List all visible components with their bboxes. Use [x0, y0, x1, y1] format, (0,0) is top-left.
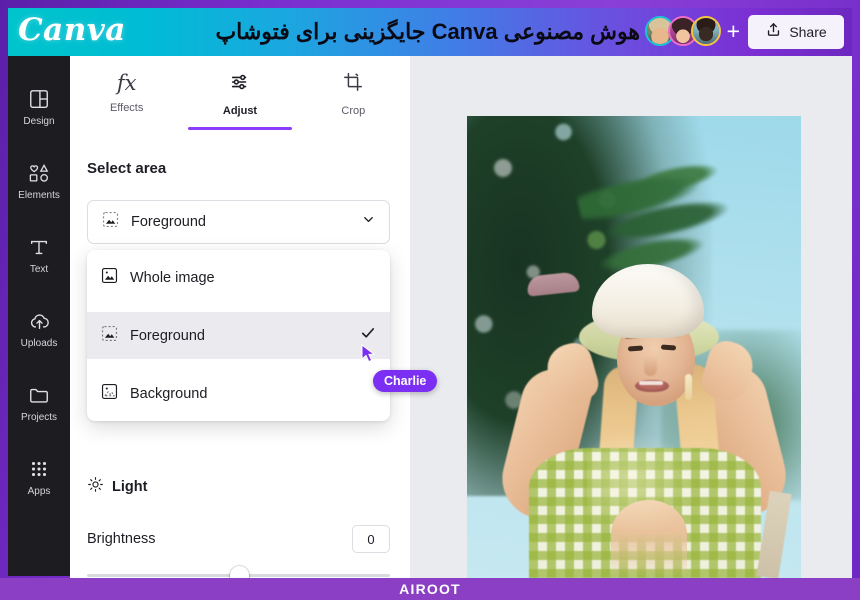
active-tab-underline — [187, 127, 292, 130]
sidebar-item-uploads[interactable]: Uploads — [8, 292, 70, 366]
shapes-icon — [27, 162, 51, 184]
tab-adjust[interactable]: Adjust — [183, 70, 296, 130]
sidebar-item-text[interactable]: Text — [8, 218, 70, 292]
image-background-icon — [100, 382, 119, 406]
collaborator-cursor-label: Charlie — [373, 370, 438, 392]
folder-icon — [28, 384, 50, 406]
share-button-label: Share — [789, 24, 827, 40]
add-collaborator-button[interactable]: + — [727, 18, 740, 44]
upload-icon — [765, 21, 782, 43]
sun-icon — [87, 476, 104, 498]
watermark-bar: AIROOT — [0, 578, 860, 600]
sidebar-item-label: Uploads — [20, 337, 58, 349]
dropdown-option-background[interactable]: Background — [87, 370, 390, 417]
chevron-down-icon — [361, 212, 376, 232]
image-foreground-icon — [101, 210, 120, 234]
sidebar-item-projects[interactable]: Projects — [8, 366, 70, 440]
sidebar-item-elements[interactable]: Elements — [8, 144, 70, 218]
sidebar-item-design[interactable]: Design — [8, 70, 70, 144]
select-area-value: Foreground — [131, 214, 206, 230]
dropdown-option-whole-image[interactable]: Whole image — [87, 254, 390, 301]
canvas-photo[interactable] — [467, 116, 801, 578]
banner-title-text: هوش مصنوعی Canva جایگزینی برای فتوشاپ — [215, 19, 640, 44]
dropdown-option-label: Background — [130, 385, 208, 402]
tab-label: Adjust — [222, 105, 258, 117]
dropdown-option-label: Whole image — [130, 269, 215, 286]
check-icon — [359, 324, 377, 347]
adjust-panel: fx Effects Adjust Crop Select area Foreg… — [70, 56, 410, 578]
share-button[interactable]: Share — [748, 15, 844, 49]
dropdown-spacer — [87, 359, 390, 370]
select-area-label: Select area — [87, 160, 167, 177]
grid-dots-icon — [28, 458, 50, 480]
avatar[interactable] — [690, 16, 721, 46]
select-area-dropdown-menu: Whole image Foreground Background — [87, 250, 390, 421]
cloud-upload-icon — [28, 310, 51, 332]
crop-icon — [342, 70, 364, 99]
photo-earring — [685, 374, 692, 400]
photo-eye-left — [627, 345, 644, 352]
text-icon — [28, 236, 50, 258]
tab-effects[interactable]: fx Effects — [70, 70, 183, 130]
sidebar-item-label: Elements — [18, 189, 60, 201]
photo-teeth — [639, 381, 663, 385]
collaborator-avatars: + — [644, 16, 740, 46]
sidebar-item-label: Apps — [27, 485, 51, 497]
dropdown-option-foreground[interactable]: Foreground — [87, 312, 390, 359]
slider-handle[interactable] — [230, 566, 249, 578]
light-section-label: Light — [112, 479, 148, 495]
layout-icon — [28, 88, 50, 110]
app-window: Canva هوش مصنوعی Canva جایگزینی برای فتو… — [0, 0, 860, 600]
brightness-slider[interactable] — [87, 566, 390, 578]
light-section-header: Light — [87, 476, 147, 498]
tab-label: Effects — [109, 102, 144, 114]
sidebar-item-label: Text — [29, 263, 49, 275]
select-area-dropdown-trigger[interactable]: Foreground — [87, 200, 390, 244]
sidebar-item-apps[interactable]: Apps — [8, 440, 70, 514]
left-rail: Design Elements Text Uploads Projects Ap… — [8, 56, 70, 576]
panel-tabs: fx Effects Adjust Crop — [70, 56, 410, 130]
canvas-area[interactable] — [410, 56, 852, 578]
image-whole-icon — [100, 266, 119, 290]
tab-label: Crop — [341, 105, 366, 117]
tab-crop[interactable]: Crop — [297, 70, 410, 130]
sidebar-item-label: Projects — [20, 411, 58, 423]
fx-icon: fx — [116, 71, 137, 95]
photo-eye-right — [660, 344, 677, 351]
sidebar-item-label: Design — [23, 115, 55, 127]
brightness-label: Brightness — [87, 531, 156, 547]
canva-logo: Canva — [18, 12, 126, 48]
dropdown-option-label: Foreground — [130, 327, 205, 344]
sliders-icon — [229, 70, 251, 99]
title-banner: Canva هوش مصنوعی Canva جایگزینی برای فتو… — [8, 8, 852, 56]
image-foreground-icon — [100, 324, 119, 348]
watermark-text: AIROOT — [399, 581, 461, 597]
dropdown-spacer — [87, 301, 390, 312]
avatar-face — [692, 18, 719, 44]
photo-nose — [644, 356, 657, 376]
brightness-row: Brightness 0 — [87, 524, 390, 554]
brightness-value-input[interactable]: 0 — [352, 525, 390, 553]
